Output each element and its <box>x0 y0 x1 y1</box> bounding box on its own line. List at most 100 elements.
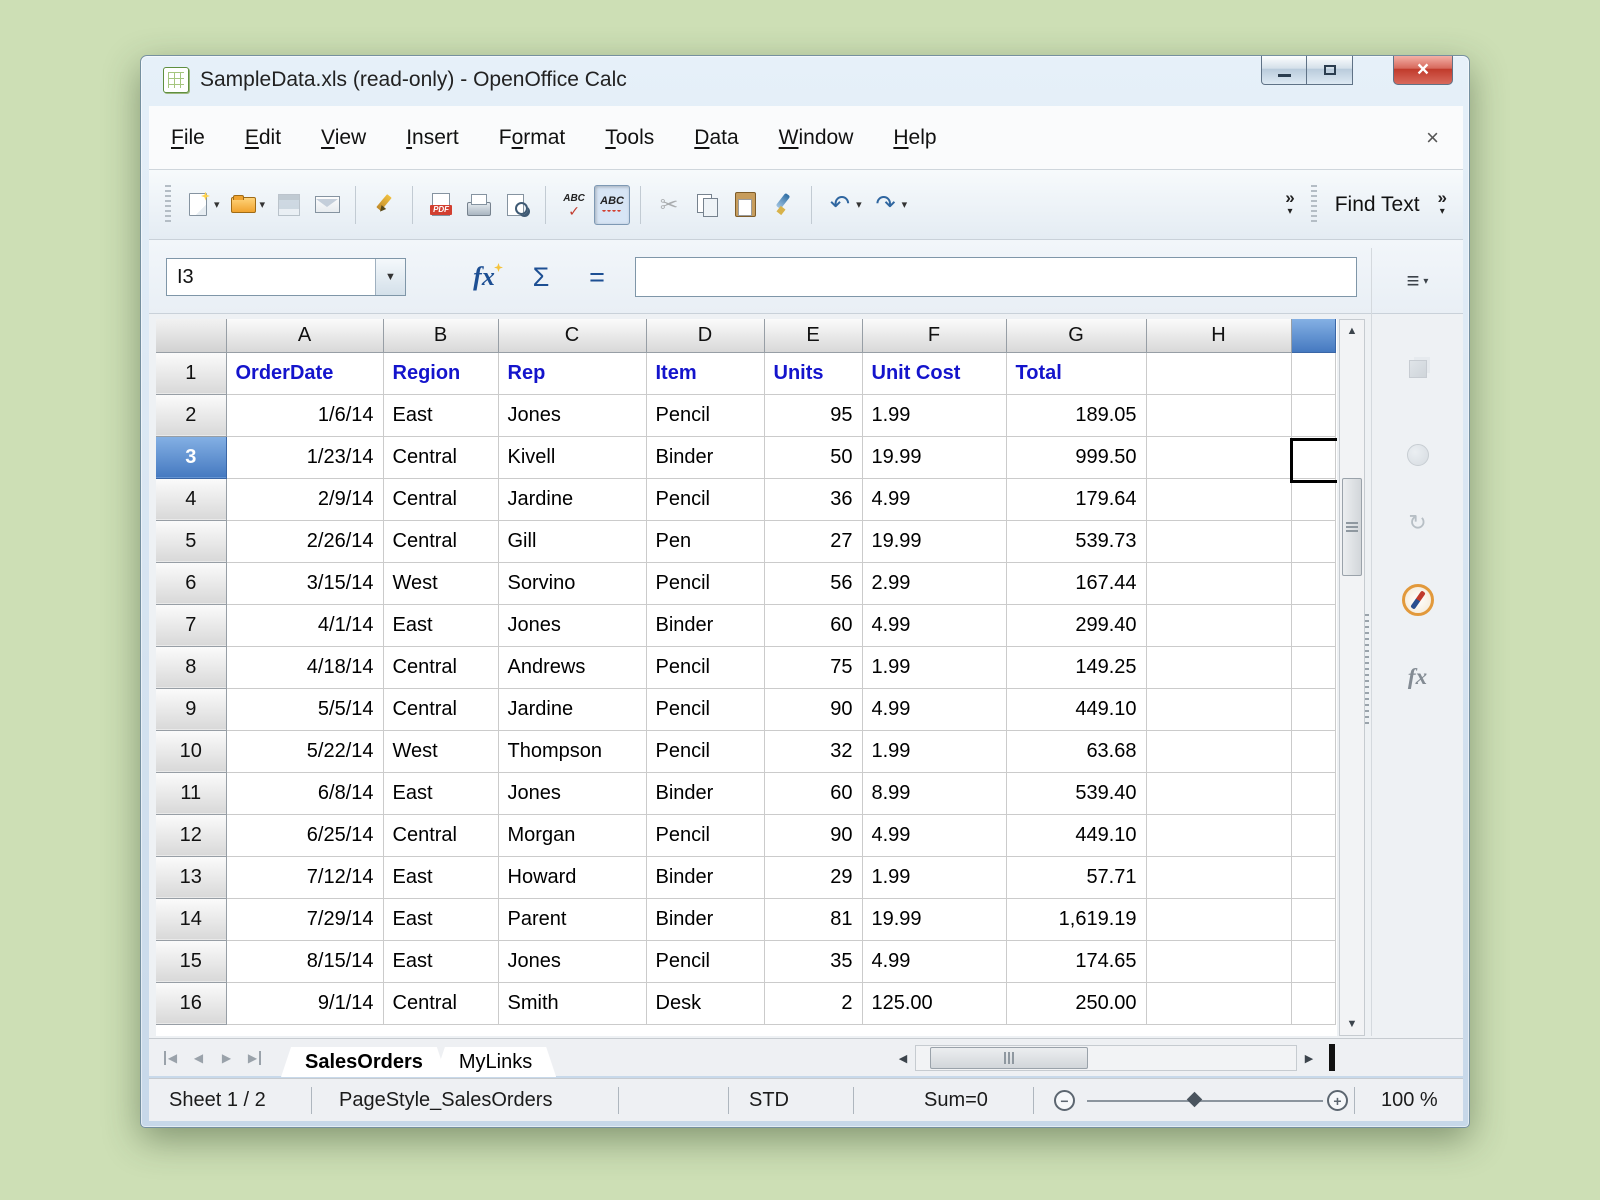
scroll-right-button[interactable]: ▶ <box>1297 1045 1321 1071</box>
open-button[interactable]: ▾ <box>226 185 270 225</box>
menu-item-file[interactable]: File <box>165 122 211 154</box>
cell[interactable]: Binder <box>646 772 764 814</box>
scroll-left-button[interactable]: ◀ <box>891 1045 915 1071</box>
cell[interactable]: 167.44 <box>1006 562 1146 604</box>
column-header-d[interactable]: D <box>646 319 764 352</box>
cell[interactable]: Pencil <box>646 688 764 730</box>
cell[interactable]: 174.65 <box>1006 940 1146 982</box>
cell[interactable]: 4.99 <box>862 814 1006 856</box>
cell[interactable] <box>1146 478 1291 520</box>
cell[interactable]: 2/26/14 <box>226 520 383 562</box>
minimize-button[interactable] <box>1261 56 1307 85</box>
menu-item-data[interactable]: Data <box>688 122 744 154</box>
cell[interactable] <box>1291 730 1335 772</box>
zoom-out-button[interactable]: − <box>1054 1090 1075 1111</box>
menu-item-edit[interactable]: Edit <box>239 122 287 154</box>
cell[interactable]: 7/12/14 <box>226 856 383 898</box>
cell[interactable] <box>1291 646 1335 688</box>
cell[interactable]: 149.25 <box>1006 646 1146 688</box>
cell[interactable] <box>1146 352 1291 394</box>
column-header-h[interactable]: H <box>1146 319 1291 352</box>
cell[interactable]: 57.71 <box>1006 856 1146 898</box>
row-header-7[interactable]: 7 <box>156 604 226 646</box>
cell[interactable]: Pencil <box>646 730 764 772</box>
toolbar-grip[interactable] <box>165 185 171 225</box>
scroll-down-button[interactable]: ▼ <box>1340 1013 1364 1035</box>
function-wizard-icon[interactable]: fx <box>461 258 507 296</box>
cell[interactable]: 63.68 <box>1006 730 1146 772</box>
copy-button[interactable] <box>689 185 725 225</box>
cell[interactable] <box>1291 604 1335 646</box>
spellcheck-button[interactable] <box>556 185 592 225</box>
cell[interactable]: 2/9/14 <box>226 478 383 520</box>
row-header-13[interactable]: 13 <box>156 856 226 898</box>
cell[interactable] <box>1291 856 1335 898</box>
maximize-button[interactable] <box>1307 56 1353 85</box>
cell[interactable]: West <box>383 730 498 772</box>
cell[interactable]: Pencil <box>646 394 764 436</box>
cell[interactable]: Central <box>383 646 498 688</box>
window-split-handle[interactable] <box>1329 1044 1335 1071</box>
cell[interactable]: East <box>383 856 498 898</box>
first-sheet-button[interactable]: ◀ <box>157 1044 184 1071</box>
menu-item-help[interactable]: Help <box>887 122 942 154</box>
cell[interactable]: 6/25/14 <box>226 814 383 856</box>
cell[interactable]: Rep <box>498 352 646 394</box>
cell[interactable] <box>1291 688 1335 730</box>
cell[interactable]: Units <box>764 352 862 394</box>
cell[interactable]: Pencil <box>646 478 764 520</box>
cell[interactable]: Pencil <box>646 814 764 856</box>
cell[interactable]: Central <box>383 520 498 562</box>
cell[interactable] <box>1291 940 1335 982</box>
cell[interactable]: 999.50 <box>1006 436 1146 478</box>
sidebar-styles-button[interactable]: ↻ <box>1372 510 1463 536</box>
zoom-percent-indicator[interactable]: 100 % <box>1381 1079 1438 1121</box>
row-header-3[interactable]: 3 <box>156 436 226 478</box>
cell[interactable]: 125.00 <box>862 982 1006 1024</box>
cell[interactable]: 29 <box>764 856 862 898</box>
cell[interactable] <box>1146 646 1291 688</box>
formula-input[interactable] <box>635 257 1357 297</box>
cell[interactable]: 27 <box>764 520 862 562</box>
column-header-i[interactable]: I <box>1291 319 1335 352</box>
toolbar-overflow-button[interactable]: » ▾ <box>1285 191 1294 219</box>
cell[interactable]: 8/15/14 <box>226 940 383 982</box>
cell[interactable]: 75 <box>764 646 862 688</box>
row-header-8[interactable]: 8 <box>156 646 226 688</box>
cell[interactable] <box>1146 898 1291 940</box>
cell[interactable]: Jardine <box>498 688 646 730</box>
cell[interactable] <box>1291 562 1335 604</box>
formula-equals-icon[interactable]: = <box>577 258 617 296</box>
cell[interactable]: Central <box>383 814 498 856</box>
undo-dropdown-icon[interactable]: ▾ <box>856 198 862 211</box>
zoom-slider-thumb[interactable] <box>1187 1092 1203 1108</box>
cell[interactable]: 56 <box>764 562 862 604</box>
menu-item-window[interactable]: Window <box>773 122 860 154</box>
sidebar-properties-button[interactable] <box>1372 360 1463 378</box>
column-header-b[interactable]: B <box>383 319 498 352</box>
row-header-14[interactable]: 14 <box>156 898 226 940</box>
column-header-c[interactable]: C <box>498 319 646 352</box>
cell[interactable]: Gill <box>498 520 646 562</box>
cell[interactable]: Morgan <box>498 814 646 856</box>
last-sheet-button[interactable]: ▶ <box>241 1044 268 1071</box>
cell[interactable]: Jones <box>498 940 646 982</box>
cell[interactable]: 60 <box>764 604 862 646</box>
cell[interactable]: East <box>383 898 498 940</box>
cell[interactable]: West <box>383 562 498 604</box>
row-header-15[interactable]: 15 <box>156 940 226 982</box>
sidebar-splitter[interactable] <box>1365 614 1369 726</box>
cell[interactable]: East <box>383 394 498 436</box>
cell[interactable]: 19.99 <box>862 436 1006 478</box>
menu-item-insert[interactable]: Insert <box>400 122 465 154</box>
export-pdf-button[interactable] <box>423 185 459 225</box>
cell[interactable] <box>1146 814 1291 856</box>
row-header-4[interactable]: 4 <box>156 478 226 520</box>
cell[interactable] <box>1291 394 1335 436</box>
redo-button[interactable]: ▾ <box>868 185 912 225</box>
cut-button[interactable] <box>651 185 687 225</box>
column-header-e[interactable]: E <box>764 319 862 352</box>
cell[interactable]: Smith <box>498 982 646 1024</box>
cell[interactable] <box>1291 520 1335 562</box>
cell[interactable]: 1.99 <box>862 394 1006 436</box>
